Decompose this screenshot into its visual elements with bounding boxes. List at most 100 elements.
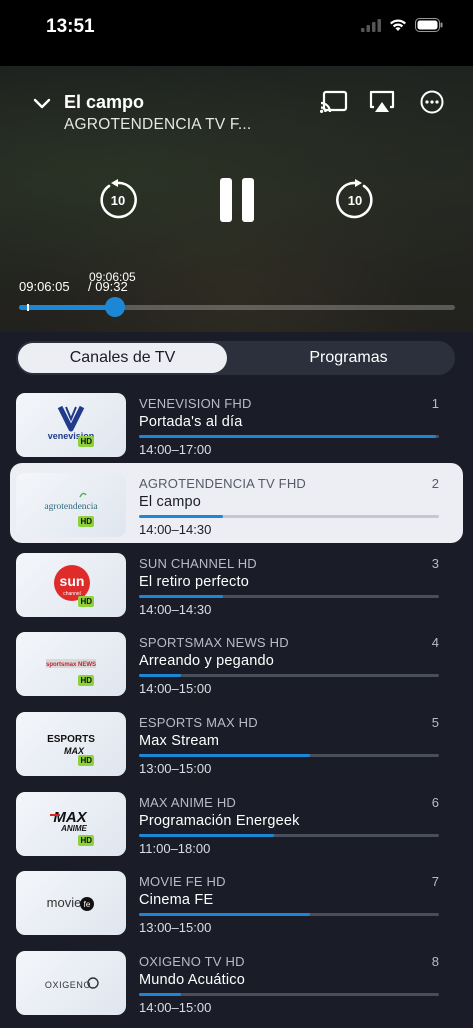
program-title: Arreando y pegando <box>139 653 275 669</box>
program-title: Programación Energeek <box>139 813 300 829</box>
channel-logo: MAX ANIME HD <box>16 792 126 856</box>
hd-badge: HD <box>78 516 94 527</box>
sportsmax-news-logo: sportsmax NEWS <box>46 659 96 668</box>
max-anime-logo: MAX ANIME <box>50 809 88 833</box>
channel-logo: agrotendencia HD <box>16 473 126 537</box>
seek-bar[interactable] <box>19 297 455 317</box>
program-progress-fill <box>139 674 181 677</box>
program-times: 11:00–18:00 <box>139 841 211 856</box>
channel-logo: OXIGENO <box>16 951 126 1015</box>
channel-row[interactable]: ESPORTS MAX HD ESPORTS MAX HD 5 Max Stre… <box>0 709 473 789</box>
signal-icon <box>361 18 381 32</box>
program-times: 13:00–15:00 <box>139 761 212 776</box>
seek-thumb[interactable] <box>104 297 125 317</box>
esports-max-logo: ESPORTS MAX <box>47 734 95 756</box>
svg-text:agrotendencia: agrotendencia <box>44 502 98 512</box>
channel-number: 6 <box>431 795 439 810</box>
total-time: / 09:32 <box>88 279 128 294</box>
program-progress-fill <box>139 834 274 837</box>
program-progress <box>139 993 439 996</box>
status-time: 13:51 <box>46 16 95 37</box>
channel-row[interactable]: venevision HD VENEVISION FHD 1 Portada's… <box>0 390 473 470</box>
hd-badge: HD <box>78 436 94 447</box>
channel-logo: venevision HD <box>16 393 126 457</box>
program-times: 13:00–15:00 <box>139 920 212 935</box>
pause-icon <box>220 178 254 222</box>
channel-number: 1 <box>431 396 439 411</box>
skip-forward-button[interactable]: 10 <box>333 178 377 222</box>
program-progress <box>139 515 439 518</box>
channel-number: 7 <box>431 874 439 889</box>
seek-bar-fill <box>19 305 115 310</box>
program-title: Portada's al día <box>139 414 243 430</box>
program-title: Cinema FE <box>139 892 214 908</box>
hd-badge: HD <box>78 835 94 846</box>
channel-number: 8 <box>431 954 439 969</box>
program-progress <box>139 435 439 438</box>
svg-text:sun: sun <box>60 573 85 589</box>
program-progress-fill <box>139 993 181 996</box>
player-subtitle: AGROTENDENCIA TV F... <box>64 116 252 133</box>
channel-row[interactable]: MAX ANIME HD MAX ANIME HD 6 Programación… <box>0 789 473 869</box>
program-title: El campo <box>139 494 202 510</box>
channel-number: 3 <box>431 556 439 571</box>
chevron-down-icon[interactable] <box>32 94 52 114</box>
svg-text:ESPORTS: ESPORTS <box>47 734 95 745</box>
agrotendencia-logo: agrotendencia <box>44 492 98 512</box>
program-progress-fill <box>139 754 310 757</box>
hd-badge: HD <box>78 755 94 766</box>
more-options-icon[interactable] <box>418 90 446 114</box>
program-progress-fill <box>139 435 436 438</box>
channel-row[interactable]: OXIGENO OXIGENO TV HD 8 Mundo Acuático 1… <box>0 948 473 1028</box>
channel-row[interactable]: sun channel HD SUN CHANNEL HD 3 El retir… <box>0 550 473 630</box>
tab-programs[interactable]: Programas <box>244 343 453 373</box>
program-title: El retiro perfecto <box>139 574 249 590</box>
svg-text:movie: movie <box>47 895 82 910</box>
live-marker <box>27 304 29 311</box>
program-title: Max Stream <box>139 733 220 749</box>
tab-channels[interactable]: Canales de TV <box>18 343 227 373</box>
video-player[interactable]: El campo AGROTENDENCIA TV F... 10 10 09:… <box>0 66 473 332</box>
battery-icon <box>415 18 443 32</box>
program-title: Mundo Acuático <box>139 972 245 988</box>
status-icons <box>361 18 443 32</box>
player-title: El campo <box>64 92 145 112</box>
program-times: 14:00–14:30 <box>139 522 212 537</box>
program-progress-fill <box>139 515 223 518</box>
channel-name: SUN CHANNEL HD <box>139 556 257 571</box>
program-progress-fill <box>139 595 223 598</box>
oxigeno-tv-logo: OXIGENO <box>45 977 99 990</box>
channel-name: ESPORTS MAX HD <box>139 715 258 730</box>
skip-back-button[interactable]: 10 <box>96 178 140 222</box>
program-progress <box>139 674 439 677</box>
view-switcher: Canales de TV Programas <box>16 341 455 375</box>
svg-text:OXIGENO: OXIGENO <box>45 980 91 990</box>
channel-logo: movie fe <box>16 871 126 935</box>
airplay-icon[interactable] <box>368 90 396 114</box>
movie-fe-logo: movie fe <box>47 895 94 911</box>
channel-name: VENEVISION FHD <box>139 396 252 411</box>
svg-text:fe: fe <box>84 900 91 909</box>
skip-back-label: 10 <box>110 192 126 208</box>
channel-row[interactable]: agrotendencia HD AGROTENDENCIA TV FHD 2 … <box>0 463 473 550</box>
program-progress <box>139 595 439 598</box>
pause-button[interactable] <box>218 178 256 222</box>
cast-icon[interactable] <box>320 90 348 114</box>
program-times: 14:00–15:00 <box>139 1000 212 1015</box>
wifi-icon <box>390 19 406 31</box>
hd-badge: HD <box>78 596 94 607</box>
channel-name: OXIGENO TV HD <box>139 954 245 969</box>
svg-text:ANIME: ANIME <box>60 824 87 833</box>
program-progress <box>139 834 439 837</box>
hd-badge: HD <box>78 675 94 686</box>
program-times: 14:00–14:30 <box>139 602 212 617</box>
channel-row[interactable]: sportsmax NEWS HD SPORTSMAX NEWS HD 4 Ar… <box>0 629 473 709</box>
channel-number: 4 <box>431 635 439 650</box>
status-bar: 13:51 <box>0 0 473 66</box>
channel-row[interactable]: movie fe MOVIE FE HD 7 Cinema FE 13:00–1… <box>0 868 473 948</box>
channel-number: 5 <box>431 715 439 730</box>
program-progress-fill <box>139 913 310 916</box>
program-times: 14:00–17:00 <box>139 442 212 457</box>
channel-name: MAX ANIME HD <box>139 795 237 810</box>
program-progress <box>139 754 439 757</box>
